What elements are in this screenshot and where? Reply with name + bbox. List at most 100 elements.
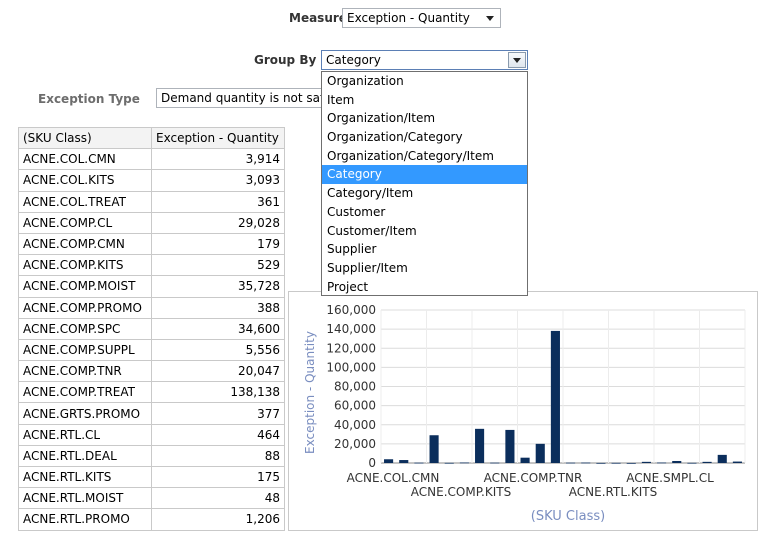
quantity-cell: 34,600 [151, 317, 285, 340]
dropdown-option[interactable]: Supplier [322, 240, 527, 259]
table-row: ACNE.RTL.PROMO 1,206 [18, 508, 285, 531]
bar [581, 462, 591, 464]
quantity-cell: 175 [151, 465, 285, 489]
column-header-sku-class[interactable]: (SKU Class) [18, 126, 152, 150]
quantity-cell: 35,728 [151, 275, 285, 298]
y-tick-label: 140,000 [326, 322, 376, 336]
y-tick-label: 120,000 [326, 341, 376, 355]
group-by-select[interactable]: Category [321, 50, 528, 70]
measure-select[interactable]: Exception - Quantity [342, 8, 501, 28]
quantity-cell: 48 [151, 487, 285, 510]
table-row: ACNE.COMP.SPC 34,600 [18, 317, 285, 340]
y-tick-label: 40,000 [334, 418, 376, 432]
column-header-exception-quantity[interactable]: Exception - Quantity [151, 126, 285, 150]
y-tick-label: 160,000 [326, 303, 376, 317]
bar [475, 428, 485, 463]
table-row: ACNE.COL.KITS 3,093 [18, 169, 285, 192]
sku-class-cell: ACNE.RTL.PROMO [18, 508, 152, 531]
sku-class-cell: ACNE.COMP.CL [18, 211, 152, 234]
bar [596, 462, 606, 464]
table-row: ACNE.COMP.SUPPL 5,556 [18, 338, 285, 362]
sku-class-cell: ACNE.COMP.PROMO [18, 296, 152, 319]
table-row: ACNE.COMP.KITS 529 [18, 254, 285, 277]
bar [384, 459, 394, 463]
bar [626, 462, 636, 464]
bar [429, 435, 439, 463]
table-row: ACNE.COMP.MOIST 35,728 [18, 275, 285, 298]
bar [672, 460, 682, 463]
table-header-row: (SKU Class) Exception - Quantity [18, 126, 285, 150]
x-tick-label: ACNE.COMP.KITS [411, 485, 511, 499]
table-row: ACNE.COMP.PROMO 388 [18, 296, 285, 319]
group-by-select-value: Category [326, 53, 381, 67]
sku-class-cell: ACNE.COL.TREAT [18, 190, 152, 213]
dropdown-option[interactable]: Organization [322, 72, 527, 91]
exception-type-select-value: Demand quantity is not sat [161, 91, 324, 105]
y-tick-label: 100,000 [326, 360, 376, 374]
bar [520, 457, 530, 463]
y-tick-label: 60,000 [334, 399, 376, 413]
table-row: ACNE.COMP.TNR 20,047 [18, 360, 285, 383]
bar-chart-svg: 0 20,000 40,000 60,000 80,000 100,000 120,000 1… [303, 303, 746, 524]
bar [717, 454, 727, 463]
bar [687, 462, 697, 464]
bar [399, 460, 409, 463]
dropdown-option[interactable]: Organization/Item [322, 109, 527, 128]
dropdown-option[interactable]: Customer/Item [322, 222, 527, 241]
quantity-cell: 388 [151, 296, 285, 319]
bar [702, 461, 712, 463]
sku-class-cell: ACNE.RTL.KITS [18, 465, 152, 489]
dropdown-option[interactable]: Item [322, 91, 527, 110]
table-row: ACNE.GRTS.PROMO 377 [18, 402, 285, 425]
data-table: (SKU Class) Exception - Quantity ACNE.CO… [18, 126, 285, 531]
sku-class-cell: ACNE.GRTS.PROMO [18, 402, 152, 425]
y-tick-label: 0 [368, 456, 376, 470]
group-by-dropdown-list: Organization Item Organization/Item Organiz… [321, 71, 528, 296]
bar [641, 461, 651, 463]
measure-select-value: Exception - Quantity [347, 11, 470, 25]
sku-class-cell: ACNE.COMP.CMN [18, 232, 152, 256]
quantity-cell: 529 [151, 254, 285, 277]
sku-class-cell: ACNE.COMP.SPC [18, 317, 152, 340]
bar [657, 462, 667, 464]
dropdown-option[interactable]: Customer [322, 203, 527, 222]
quantity-cell: 20,047 [151, 360, 285, 383]
bar [732, 461, 742, 463]
sku-class-cell: ACNE.COL.KITS [18, 169, 152, 192]
quantity-cell: 5,556 [151, 338, 285, 362]
x-tick-label: ACNE.SMPL.CL [626, 471, 714, 485]
quantity-cell: 3,914 [151, 148, 285, 171]
y-axis-title: Exception - Quantity [303, 331, 317, 454]
table-row: ACNE.COMP.TREAT 138,138 [18, 381, 285, 404]
quantity-cell: 179 [151, 232, 285, 256]
quantity-cell: 3,093 [151, 169, 285, 192]
bar [505, 429, 515, 463]
group-by-dropdown-button[interactable] [508, 52, 526, 68]
quantity-cell: 464 [151, 423, 285, 446]
table-row: ACNE.COL.TREAT 361 [18, 190, 285, 213]
dropdown-option[interactable]: Project [322, 278, 527, 297]
bar [550, 330, 560, 463]
exception-type-select[interactable]: Demand quantity is not sat [156, 88, 324, 108]
table-row: ACNE.RTL.MOIST 48 [18, 487, 285, 510]
x-axis-title: (SKU Class) [531, 509, 605, 524]
sku-class-cell: ACNE.COMP.TREAT [18, 381, 152, 404]
dropdown-option[interactable]: Organization/Category/Item [322, 147, 527, 166]
dropdown-option[interactable]: Category/Item [322, 184, 527, 203]
bar [414, 462, 424, 464]
dropdown-option[interactable]: Category [322, 165, 527, 185]
table-row: ACNE.RTL.KITS 175 [18, 465, 285, 489]
dropdown-option[interactable]: Supplier/Item [322, 259, 527, 278]
bar [490, 462, 500, 464]
x-tick-label: ACNE.COL.CMN [347, 471, 440, 485]
table-row: ACNE.COL.CMN 3,914 [18, 148, 285, 171]
dropdown-option[interactable]: Organization/Category [322, 128, 527, 147]
sku-class-cell: ACNE.RTL.CL [18, 423, 152, 446]
exception-type-label: Exception Type [38, 92, 140, 106]
bar [611, 462, 621, 464]
bar [459, 462, 469, 464]
group-by-label: Group By [254, 53, 317, 67]
quantity-cell: 377 [151, 402, 285, 425]
bar [535, 443, 545, 463]
table-row: ACNE.RTL.CL 464 [18, 423, 285, 446]
